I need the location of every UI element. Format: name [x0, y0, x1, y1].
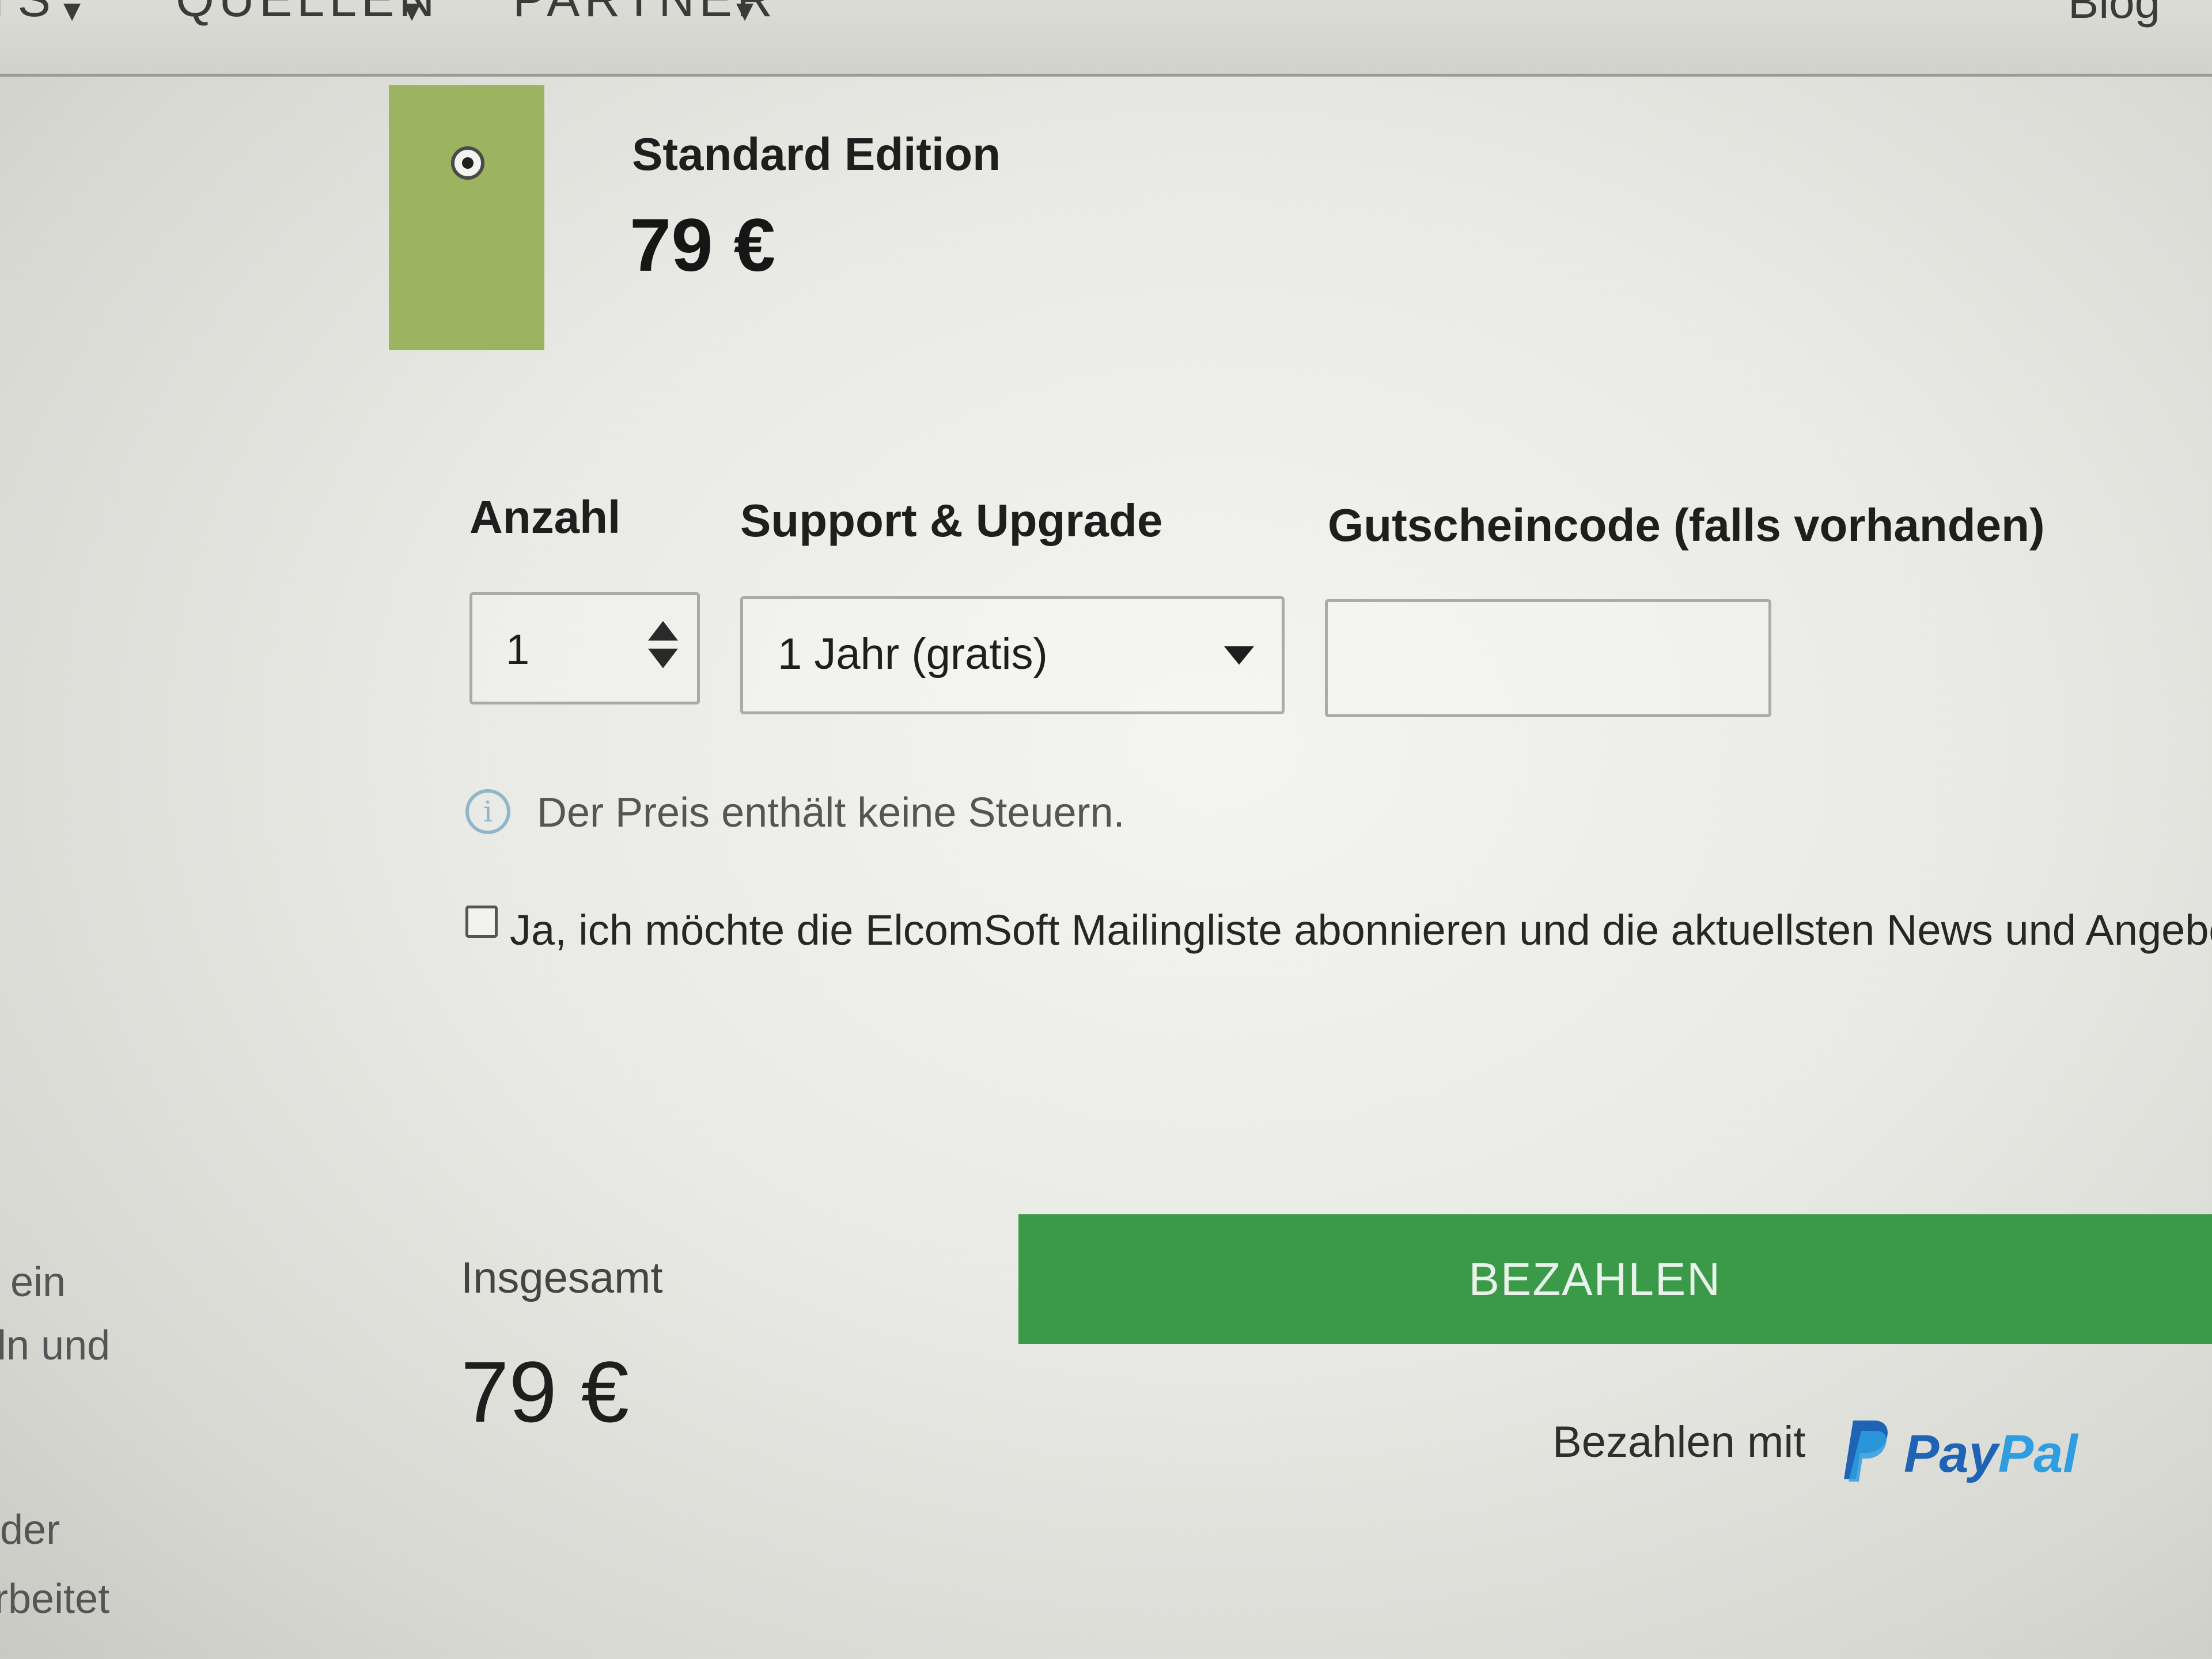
- paypal-logo-icon: [1844, 1421, 1888, 1482]
- edition-name: Standard Edition: [632, 128, 1001, 180]
- newsletter-checkbox[interactable]: [465, 906, 498, 938]
- paypal-wordmark: PayPal: [1904, 1425, 2078, 1483]
- total-label: Insgesamt: [461, 1253, 663, 1302]
- sidebar-text-fragment: eln und: [0, 1323, 111, 1369]
- edition-price: 79 €: [630, 203, 776, 287]
- pay-button-label: BEZAHLEN: [1468, 1253, 1721, 1305]
- chevron-down-icon[interactable]: [1224, 646, 1254, 665]
- sidebar-text-fragment: ein: [10, 1259, 66, 1305]
- pay-with-label: Bezahlen mit: [1552, 1418, 1806, 1467]
- edition-radio[interactable]: [451, 146, 484, 180]
- sidebar-text-fragment: der: [0, 1507, 60, 1553]
- sidebar-text-fragment: rbeitet: [0, 1576, 110, 1622]
- paypal-button[interactable]: PayPal: [1840, 1417, 2094, 1486]
- coupon-input[interactable]: [1325, 599, 1771, 717]
- edition-card[interactable]: [389, 85, 544, 350]
- top-navigation: TS ▾ QUELLEN ▾ PARTNER ▾ Blog: [0, 0, 2212, 77]
- coupon-label: Gutscheincode (falls vorhanden): [1328, 499, 2045, 551]
- support-label: Support & Upgrade: [740, 495, 1163, 546]
- pay-button[interactable]: BEZAHLEN: [1018, 1214, 2212, 1344]
- nav-item-ts[interactable]: TS: [0, 0, 55, 28]
- nav-chevron-down-icon[interactable]: ▾: [736, 0, 753, 30]
- spinner-down-icon[interactable]: [648, 649, 678, 668]
- support-select-value[interactable]: 1 Jahr (gratis): [778, 629, 1048, 679]
- newsletter-label[interactable]: Ja, ich möchte die ElcomSoft Mailinglist…: [510, 906, 2212, 955]
- nav-chevron-down-icon[interactable]: ▾: [63, 0, 81, 30]
- tax-info-text: Der Preis enthält keine Steuern.: [537, 790, 1125, 836]
- nav-item-quellen[interactable]: QUELLEN: [176, 0, 440, 28]
- total-value: 79 €: [461, 1343, 629, 1440]
- info-icon: i: [465, 789, 510, 834]
- nav-chevron-down-icon[interactable]: ▾: [403, 0, 421, 30]
- spinner-up-icon[interactable]: [648, 621, 678, 641]
- quantity-value[interactable]: 1: [506, 625, 529, 674]
- radio-selected-dot: [462, 157, 474, 169]
- nav-item-blog[interactable]: Blog: [2068, 0, 2160, 29]
- quantity-label: Anzahl: [469, 491, 621, 543]
